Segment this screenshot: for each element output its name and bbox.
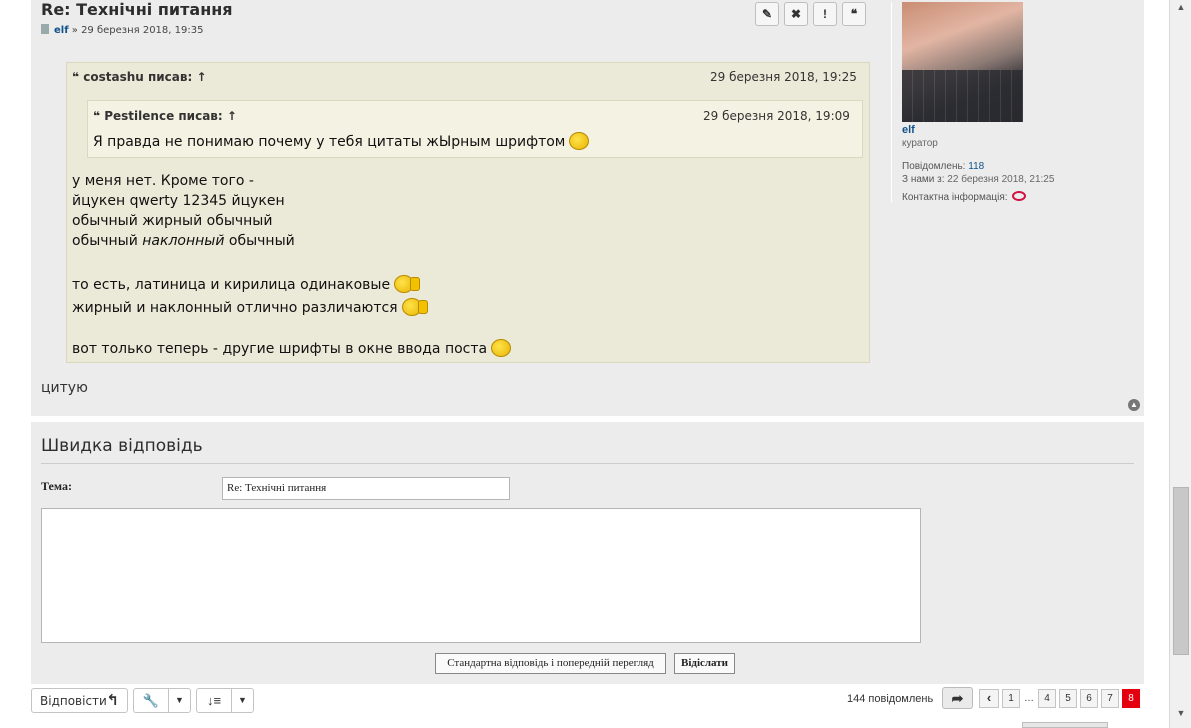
quick-reply-divider bbox=[41, 463, 1134, 464]
post-count: 144 повідомлень bbox=[847, 693, 934, 705]
quote-date: 29 березня 2018, 19:25 bbox=[710, 70, 857, 84]
post-title[interactable]: Re: Технічні питання bbox=[41, 0, 233, 19]
quote-author-text[interactable]: costashu писав: ↑ bbox=[83, 70, 206, 84]
page-link[interactable]: 7 bbox=[1101, 689, 1119, 708]
quote-author-pestilence: ❝ Pestilence писав: ↑ bbox=[93, 109, 237, 123]
inner-quote-date: 29 березня 2018, 19:09 bbox=[703, 109, 850, 123]
full-editor-preview-button[interactable]: Стандартна відповідь і попередній перегл… bbox=[435, 653, 666, 674]
profile-username-link[interactable]: elf bbox=[902, 124, 915, 136]
italic-line-before: обычный bbox=[72, 233, 143, 249]
joined-label: З нами з: bbox=[902, 174, 945, 185]
quote-line: то есть, латиница и кирилица одинаковые bbox=[72, 275, 421, 293]
page-link[interactable]: 1 bbox=[1002, 689, 1020, 708]
report-icon[interactable]: ! bbox=[813, 2, 837, 26]
quote-line: у меня нет. Кроме того - bbox=[72, 173, 254, 189]
inner-quote-text: Я правда не понимаю почему у тебя цитаты… bbox=[93, 132, 590, 150]
profile-rank: куратор bbox=[902, 138, 938, 149]
reply-arrow-icon: ↰ bbox=[106, 691, 119, 709]
quote-icon[interactable]: ❝ bbox=[842, 2, 866, 26]
chevron-down-icon: ▼ bbox=[231, 689, 253, 712]
wrench-icon: 🔧 bbox=[142, 692, 160, 708]
bottom-bar-fragment bbox=[1022, 722, 1108, 728]
quote-author-costashu: ❝ costashu писав: ↑ bbox=[72, 70, 207, 84]
previous-page-icon[interactable]: ‹ bbox=[979, 689, 999, 708]
post-date: 29 березня 2018, 19:35 bbox=[81, 25, 204, 36]
post-buttons: ✎ ✖ ! ❝ bbox=[755, 2, 866, 26]
page-link[interactable]: 5 bbox=[1059, 689, 1077, 708]
forum-post: Re: Технічні питання elf » 29 березня 20… bbox=[31, 0, 1144, 416]
quote-line: обычный жирный обычный bbox=[72, 213, 273, 229]
scroll-up-arrow-icon[interactable]: ▲ bbox=[1173, 2, 1189, 18]
vertical-scrollbar[interactable]: ▲ ▼ bbox=[1169, 0, 1191, 728]
quote-line: вот только теперь - другие шрифты в окне… bbox=[72, 339, 512, 357]
topic-tools-dropdown[interactable]: 🔧 ▼ bbox=[133, 688, 191, 713]
sort-options-dropdown[interactable]: ↓≡ ▼ bbox=[196, 688, 254, 713]
back-to-top-icon[interactable]: ▲ bbox=[1128, 399, 1140, 411]
profile-divider bbox=[891, 2, 892, 202]
inner-quote-text-span: Я правда не понимаю почему у тебя цитаты… bbox=[93, 134, 566, 150]
grinning-smiley-icon bbox=[491, 339, 512, 357]
inner-quote-author-text[interactable]: Pestilence писав: ↑ bbox=[104, 109, 237, 123]
quote-line-italic: обычный наклонный обычный bbox=[72, 233, 295, 249]
profile-contact: Контактна інформація: bbox=[902, 191, 1026, 203]
send-button[interactable]: Відіслати bbox=[674, 653, 735, 674]
sort-icon: ↓≡ bbox=[206, 693, 222, 708]
reply-button-label: Відповісти bbox=[40, 694, 107, 708]
page-margin-right bbox=[1144, 0, 1169, 728]
edit-icon[interactable]: ✎ bbox=[755, 2, 779, 26]
posts-label: Повідомлень: bbox=[902, 161, 966, 172]
page-link[interactable]: 4 bbox=[1038, 689, 1056, 708]
italic-line-after: обычный bbox=[224, 233, 295, 249]
page-ellipsis: … bbox=[1024, 693, 1034, 704]
avatar-keyboard-detail bbox=[902, 70, 1023, 122]
quick-reply-panel: Швидка відповідь Тема: Re: Технічні пита… bbox=[31, 422, 1144, 684]
scrollbar-thumb[interactable] bbox=[1173, 487, 1189, 655]
posts-count-link[interactable]: 118 bbox=[968, 161, 984, 172]
laughing-smiley-icon bbox=[569, 132, 590, 150]
topic-action-bar: Відповісти ↰ 🔧 ▼ ↓≡ ▼ 144 повідомлень ➦ ‹ 1… bbox=[31, 684, 1144, 728]
message-textarea[interactable] bbox=[41, 508, 921, 643]
quote-line-text: жирный и наклонный отлично различаются bbox=[72, 300, 398, 316]
joined-date: 22 березня 2018, 21:25 bbox=[947, 174, 1055, 185]
quote-line: йцукен qwerty 12345 йцукен bbox=[72, 193, 285, 209]
contact-label: Контактна інформація: bbox=[902, 192, 1008, 203]
quote-line: жирный и наклонный отлично различаются bbox=[72, 298, 428, 316]
thumbs-up-smiley-icon bbox=[401, 298, 428, 316]
post-meta: elf » 29 березня 2018, 19:35 bbox=[41, 24, 203, 36]
reply-button[interactable]: Відповісти ↰ bbox=[31, 688, 128, 713]
subject-input[interactable]: Re: Технічні питання bbox=[222, 477, 510, 500]
chevron-down-icon: ▼ bbox=[168, 689, 190, 712]
italic-word: наклонный bbox=[142, 233, 225, 249]
thumbs-up-smiley-icon bbox=[394, 275, 421, 293]
quote-line-text: то есть, латиница и кирилица одинаковые bbox=[72, 277, 391, 293]
page-margin-left bbox=[0, 0, 31, 728]
page-link[interactable]: 6 bbox=[1080, 689, 1098, 708]
post-body-text: цитую bbox=[41, 380, 88, 396]
jump-to-page-button[interactable]: ➦ bbox=[942, 687, 973, 709]
quote-line-text: вот только теперь - другие шрифты в окне… bbox=[72, 341, 488, 357]
profile-posts: Повідомлень: 118 bbox=[902, 161, 984, 172]
delete-icon[interactable]: ✖ bbox=[784, 2, 808, 26]
meta-separator: » bbox=[71, 25, 78, 36]
scroll-down-arrow-icon[interactable]: ▼ bbox=[1173, 708, 1189, 724]
post-author-link[interactable]: elf bbox=[54, 25, 69, 36]
current-page: 8 bbox=[1122, 689, 1140, 708]
pagination: ‹ 1 … 4 5 6 7 8 bbox=[979, 689, 1140, 708]
contact-speech-icon[interactable] bbox=[1011, 191, 1026, 201]
quote-block-outer: ❝ costashu писав: ↑ 29 березня 2018, 19:… bbox=[66, 62, 870, 363]
quote-block-inner: ❝ Pestilence писав: ↑ 29 березня 2018, 1… bbox=[87, 100, 863, 158]
profile-joined: З нами з: 22 березня 2018, 21:25 bbox=[902, 174, 1054, 185]
quick-reply-title: Швидка відповідь bbox=[41, 436, 203, 456]
post-link-icon[interactable] bbox=[41, 24, 49, 34]
subject-label: Тема: bbox=[41, 479, 72, 493]
